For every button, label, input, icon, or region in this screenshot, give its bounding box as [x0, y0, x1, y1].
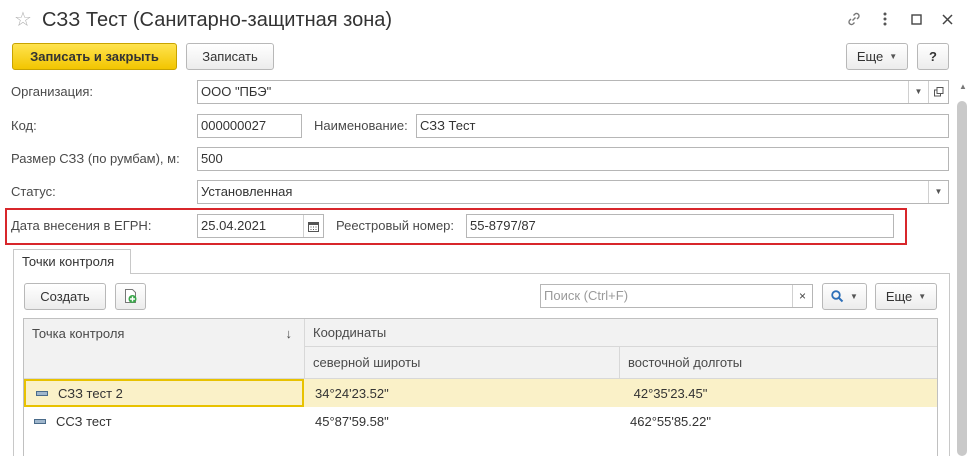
size-label: Размер СЗЗ (по румбам), м:	[11, 151, 180, 166]
save-and-close-button[interactable]: Записать и закрыть	[12, 43, 177, 70]
list-item-icon	[34, 418, 46, 424]
egrn-date-label: Дата внесения в ЕГРН:	[11, 218, 152, 233]
reg-num-label: Реестровый номер:	[336, 218, 455, 233]
row-name: СЗЗ тест 2	[58, 385, 123, 401]
col-header-coords: Координаты	[305, 319, 937, 347]
more-button[interactable]: Еще ▼	[846, 43, 908, 70]
search-button[interactable]: ▼	[822, 283, 867, 310]
org-dropdown-icon[interactable]: ▼	[908, 81, 928, 103]
menu-dots-icon[interactable]	[874, 8, 896, 30]
table-row[interactable]: ССЗ тест 45°87'59.58" 462°55'85.22"	[24, 407, 937, 435]
sort-arrow-icon: ↓	[285, 326, 293, 341]
more-label: Еще	[856, 49, 884, 64]
calendar-icon[interactable]	[303, 215, 323, 237]
chevron-down-icon: ▼	[889, 52, 898, 61]
row-lat: 45°87'59.58"	[315, 413, 389, 429]
row-lat: 34°24'23.52"	[315, 385, 389, 401]
maximize-icon[interactable]	[905, 8, 927, 30]
table-row[interactable]: СЗЗ тест 2 34°24'23.52" 42°35'23.45"	[24, 379, 937, 407]
row-lon-cell[interactable]: 462°55'85.22"	[620, 407, 937, 435]
size-value: 500	[201, 151, 223, 166]
name-field[interactable]: СЗЗ Тест	[416, 114, 949, 138]
col-header-lat[interactable]: северной широты	[305, 347, 620, 379]
status-select[interactable]: Установленная ▼	[197, 180, 949, 204]
name-value: СЗЗ Тест	[420, 118, 476, 133]
row-name: ССЗ тест	[56, 413, 112, 429]
help-button[interactable]: ?	[917, 43, 949, 70]
col-header-coords-label: Координаты	[313, 325, 387, 340]
add-copy-icon	[124, 289, 136, 303]
status-dropdown-icon[interactable]: ▼	[928, 181, 948, 203]
add-copy-button[interactable]	[115, 283, 146, 310]
scroll-up-arrow-icon[interactable]: ▲	[958, 82, 968, 92]
col-header-point-label: Точка контроля	[32, 326, 125, 341]
link-icon[interactable]	[843, 8, 865, 30]
egrn-date-field[interactable]: 25.04.2021	[197, 214, 324, 238]
list-item-icon	[36, 390, 48, 396]
name-label: Наименование:	[314, 118, 408, 133]
table-more-button[interactable]: Еще ▼	[875, 283, 937, 310]
chevron-down-icon: ▼	[918, 292, 927, 301]
favorite-star-icon[interactable]: ☆	[14, 8, 32, 32]
status-value: Установленная	[201, 184, 293, 199]
code-value: 000000027	[201, 118, 267, 133]
row-lat-cell[interactable]: 45°87'59.58"	[305, 407, 620, 435]
create-label: Создать	[40, 289, 90, 304]
code-field[interactable]: 000000027	[197, 114, 302, 138]
chevron-down-icon: ▼	[850, 292, 858, 301]
egrn-date-value: 25.04.2021	[201, 218, 267, 233]
save-and-close-label: Записать и закрыть	[30, 49, 159, 64]
create-button[interactable]: Создать	[24, 283, 106, 310]
col-header-point[interactable]: Точка контроля ↓	[24, 319, 305, 379]
row-name-cell[interactable]: ССЗ тест	[24, 407, 305, 435]
search-input[interactable]: Поиск (Ctrl+F) ×	[540, 284, 813, 308]
row-lat-cell[interactable]: 34°24'23.52"	[305, 379, 620, 407]
close-icon[interactable]	[936, 8, 958, 30]
row-name-cell[interactable]: СЗЗ тест 2	[24, 379, 304, 407]
code-label: Код:	[11, 118, 37, 133]
save-label: Записать	[202, 49, 258, 64]
org-label: Организация:	[11, 84, 94, 99]
col-header-lon[interactable]: восточной долготы	[620, 347, 937, 379]
open-icon[interactable]	[928, 81, 948, 103]
control-points-table: Точка контроля ↓ Координаты северной шир…	[23, 318, 938, 456]
size-field[interactable]: 500	[197, 147, 949, 171]
reg-num-field[interactable]: 55-8797/87	[466, 214, 894, 238]
clear-search-icon[interactable]: ×	[792, 285, 812, 307]
org-field[interactable]: ООО "ПБЭ" ▼	[197, 80, 949, 104]
search-placeholder: Поиск (Ctrl+F)	[544, 288, 629, 303]
help-label: ?	[929, 49, 937, 64]
row-lon-cell[interactable]: 42°35'23.45"	[620, 379, 937, 407]
search-icon	[831, 290, 844, 303]
status-label: Статус:	[11, 184, 56, 199]
row-lon: 42°35'23.45"	[630, 385, 708, 401]
col-header-lat-label: северной широты	[313, 355, 421, 370]
col-header-lon-label: восточной долготы	[628, 355, 743, 370]
tab-control-points[interactable]: Точки контроля	[13, 249, 131, 274]
page-title: СЗЗ Тест (Санитарно-защитная зона)	[42, 9, 393, 31]
scrollbar-thumb[interactable]	[957, 101, 967, 456]
save-button[interactable]: Записать	[186, 43, 274, 70]
org-value: ООО "ПБЭ"	[201, 84, 272, 99]
tab-control-points-label: Точки контроля	[22, 254, 115, 269]
row-lon: 462°55'85.22"	[630, 413, 711, 429]
table-more-label: Еще	[885, 289, 913, 304]
reg-num-value: 55-8797/87	[470, 218, 536, 233]
